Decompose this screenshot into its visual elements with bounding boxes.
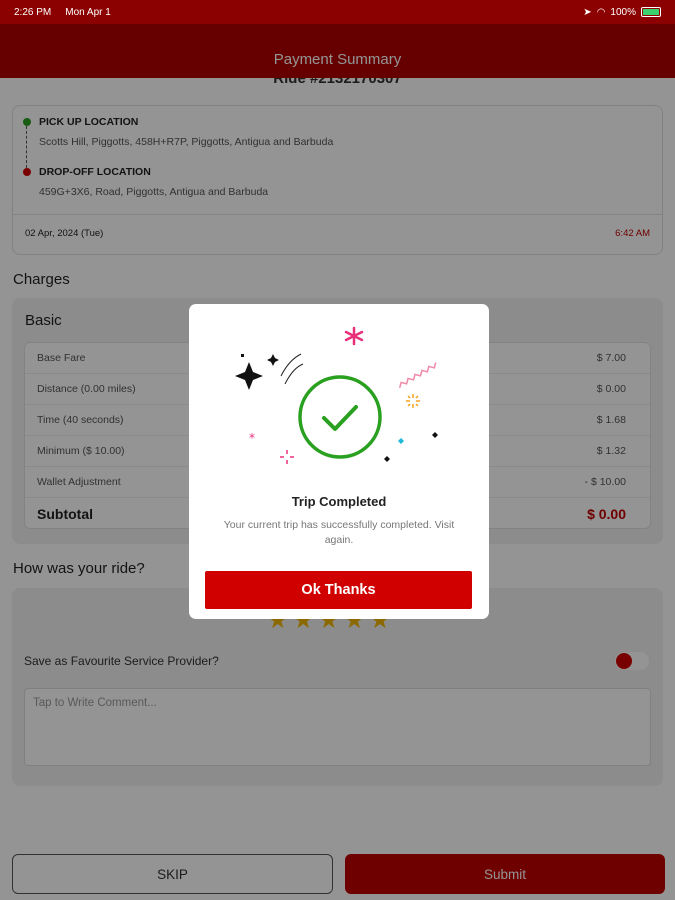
status-icons: ➤ ◠ 100% [583,7,661,18]
check-circle-icon [298,375,382,459]
battery-icon [641,7,661,17]
confetti-icon: * [235,326,438,464]
ok-thanks-button[interactable]: Ok Thanks [205,571,472,609]
celebration-illustration: * [235,326,438,464]
battery-percent: 100% [610,6,636,18]
trip-completed-modal: * Trip Completed Your current trip has s… [189,304,489,619]
status-date: Mon Apr 1 [65,6,111,18]
status-time: 2:26 PM [14,6,52,18]
modal-title: Trip Completed [291,494,387,509]
wifi-icon: ◠ [596,6,606,18]
status-bar: 2:26 PM Mon Apr 1 ➤ ◠ 100% [0,0,675,24]
location-icon: ➤ [583,6,592,18]
svg-text:*: * [249,431,255,445]
modal-message: Your current trip has successfully compl… [223,519,455,546]
